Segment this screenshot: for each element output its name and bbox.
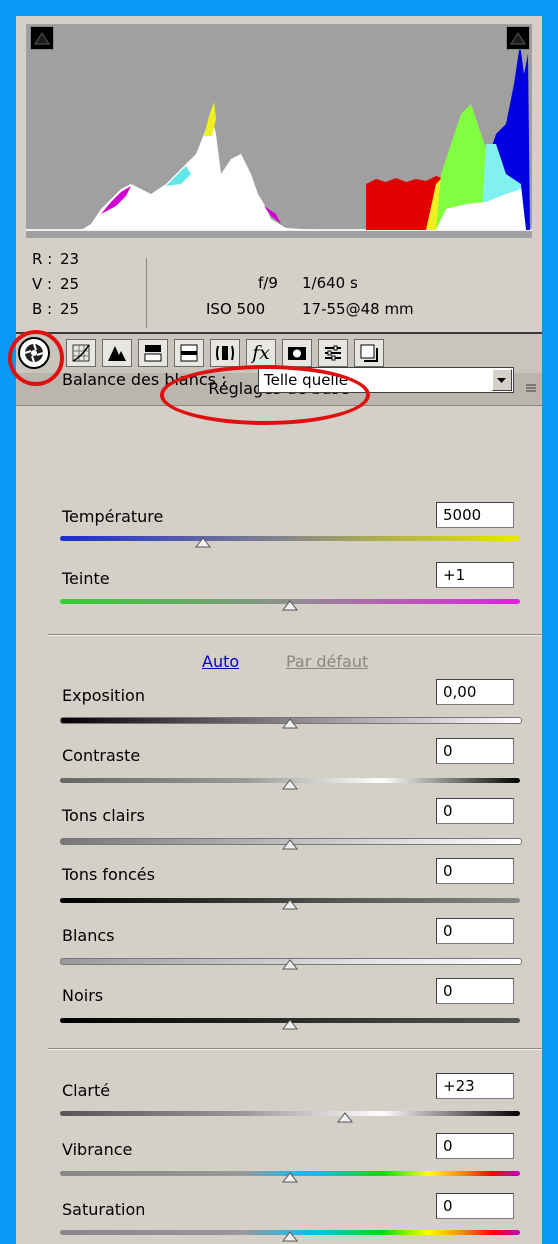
vibrance-slider-thumb[interactable] [282,1172,298,1183]
histogram-area [16,16,542,246]
b-label: B : [32,300,53,318]
tone-curve-icon[interactable] [66,339,96,367]
vibrance-input[interactable]: 0 [436,1133,514,1159]
temperature-slider-thumb[interactable] [194,537,211,548]
clarity-input[interactable]: +23 [436,1073,514,1099]
split-toning-icon[interactable] [174,339,204,367]
lens-icon[interactable] [210,339,240,367]
shadows-input[interactable]: 0 [436,858,514,884]
blacks-input[interactable]: 0 [436,978,514,1004]
v-value: 25 [60,275,80,293]
camera-calibration-icon[interactable] [282,339,312,367]
panel-menu-icon[interactable] [526,382,536,394]
tint-input[interactable]: +1 [436,562,514,588]
shadows-label: Tons foncés [62,865,155,884]
whites-slider-thumb[interactable] [282,959,298,970]
whites-input[interactable]: 0 [436,918,514,944]
contrast-slider-thumb[interactable] [282,779,298,790]
exposure-label: Exposition [62,686,145,705]
highlight-clipping-button[interactable] [506,26,530,50]
auto-link[interactable]: Auto [202,652,239,671]
highlights-input[interactable]: 0 [436,798,514,824]
highlights-label: Tons clairs [62,806,145,825]
saturation-label: Saturation [62,1200,146,1219]
iso: ISO 500 [206,300,266,318]
whites-label: Blancs [62,926,115,945]
v-label: V : [32,275,53,293]
clarity-label: Clarté [62,1081,111,1100]
highlights-slider-thumb[interactable] [282,839,298,850]
tint-slider-thumb[interactable] [282,600,298,611]
temperature-input[interactable]: 5000 [436,502,514,528]
shadow-clipping-button[interactable] [30,26,54,50]
clarity-slider[interactable] [60,1111,520,1116]
section-divider [48,634,542,635]
saturation-input[interactable]: 0 [436,1193,514,1219]
white-balance-value: Telle quelle [264,371,348,389]
blacks-slider-thumb[interactable] [282,1019,298,1030]
info-divider [146,258,147,328]
tint-label: Teinte [62,569,110,588]
shutter-speed: 1/640 s [302,274,358,292]
contrast-label: Contraste [62,746,141,765]
snapshots-icon[interactable] [354,339,384,367]
temperature-slider[interactable] [60,536,520,541]
camera-raw-panel: R : 23 V : 25 B : 25 f/9 1/640 s ISO 500 17… [16,16,542,1244]
detail-icon[interactable] [102,339,132,367]
fx-icon[interactable]: fx [246,339,276,367]
white-balance-select[interactable]: Telle quelle [258,367,514,393]
hsl-icon[interactable] [138,339,168,367]
dropdown-arrow-icon[interactable] [492,369,512,391]
histogram [26,24,532,238]
exposure-slider-thumb[interactable] [282,718,298,729]
contrast-input[interactable]: 0 [436,738,514,764]
lens: 17-55@48 mm [302,300,414,318]
presets-icon[interactable] [318,339,348,367]
vibrance-label: Vibrance [62,1140,133,1159]
blacks-label: Noirs [62,986,104,1005]
section-divider [48,1048,542,1049]
exposure-input[interactable]: 0,00 [436,679,514,705]
white-balance-label: Balance des blancs : [62,370,227,389]
image-info: R : 23 V : 25 B : 25 f/9 1/640 s ISO 500 17… [16,246,542,332]
shadows-slider-thumb[interactable] [282,899,298,910]
b-value: 25 [60,300,80,318]
basic-icon[interactable] [18,337,50,369]
aperture: f/9 [258,274,278,292]
r-value: 23 [60,250,80,268]
default-link[interactable]: Par défaut [286,652,368,671]
r-label: R : [32,250,53,268]
saturation-slider-thumb[interactable] [282,1231,298,1242]
temperature-label: Température [62,507,164,526]
clarity-slider-thumb[interactable] [337,1112,354,1123]
